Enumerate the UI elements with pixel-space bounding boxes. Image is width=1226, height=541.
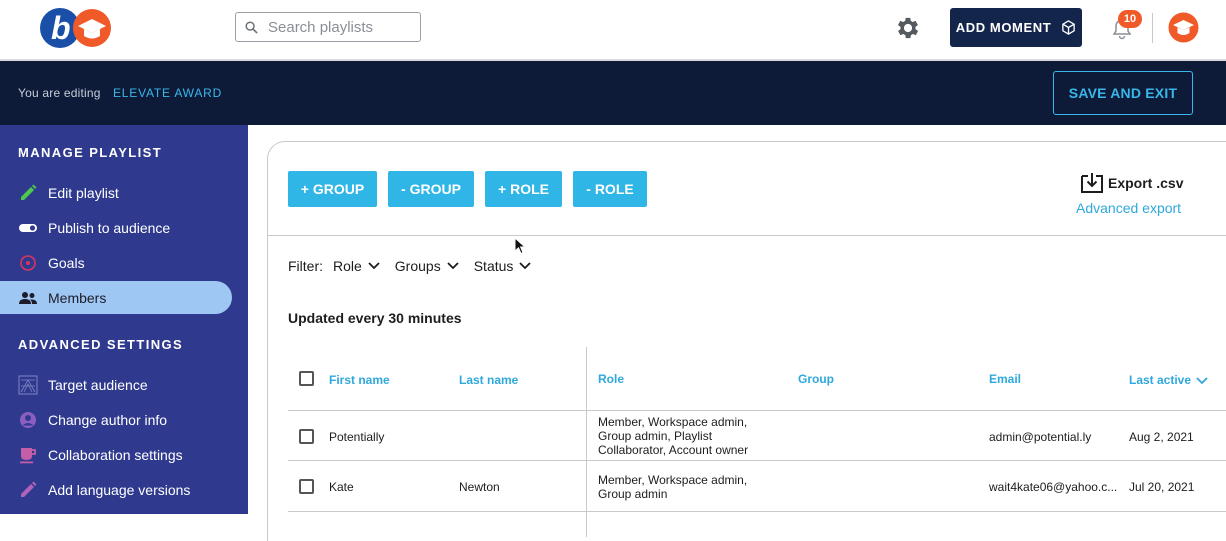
target-audience-icon <box>18 375 38 394</box>
column-email[interactable]: Email <box>989 372 1021 386</box>
filter-bar: Filter: Role Groups Status <box>288 258 546 274</box>
save-and-exit-button[interactable]: SAVE AND EXIT <box>1053 71 1193 115</box>
cell-role: Member, Workspace admin, Group admin, Pl… <box>598 415 748 457</box>
cell-role-line: Group admin, Playlist <box>598 429 713 443</box>
target-icon <box>20 254 36 271</box>
sidebar-item-publish-to-audience[interactable]: Publish to audience <box>0 211 232 244</box>
add-moment-button[interactable]: ADD MOMENT <box>950 8 1082 47</box>
cube-icon <box>1062 20 1076 35</box>
column-divider <box>586 347 587 537</box>
chevron-down-icon <box>368 262 380 270</box>
filter-groups-dropdown[interactable]: Groups <box>395 258 459 274</box>
export-csv-label: Export .csv <box>1108 175 1184 191</box>
mouse-cursor-icon <box>514 237 526 255</box>
advanced-settings-heading: ADVANCED SETTINGS <box>18 337 184 352</box>
avatar[interactable] <box>1168 12 1199 43</box>
main-content: + GROUP - GROUP + ROLE - ROLE Export .cs… <box>248 125 1226 541</box>
playlist-name[interactable]: ELEVATE AWARD <box>113 86 222 100</box>
sidebar: MANAGE PLAYLIST Edit playlist Publish to… <box>0 125 248 514</box>
top-bar: b Search playlists ADD MOMENT 10 <box>0 0 1226 61</box>
sidebar-item-add-language-versions[interactable]: Add language versions <box>0 473 232 506</box>
cup-icon <box>20 447 36 463</box>
cell-role-line: Member, Workspace admin, <box>598 473 748 487</box>
cell-role-line: Member, Workspace admin, <box>598 415 748 429</box>
cell-first-name: Kate <box>329 480 354 494</box>
cell-last-active: Jul 20, 2021 <box>1129 480 1195 494</box>
cell-role-line: Group admin <box>598 487 668 501</box>
sidebar-item-label: Edit playlist <box>48 184 119 201</box>
pencil-icon <box>21 184 37 200</box>
column-role[interactable]: Role <box>598 372 624 386</box>
filter-role-dropdown[interactable]: Role <box>333 258 380 274</box>
sidebar-item-members[interactable]: Members <box>0 281 232 314</box>
sidebar-item-label: Goals <box>48 254 85 271</box>
filter-status-dropdown[interactable]: Status <box>474 258 532 274</box>
column-group[interactable]: Group <box>798 372 834 386</box>
toggle-icon <box>19 223 37 232</box>
sort-descending-icon[interactable] <box>1196 377 1208 385</box>
table-row[interactable]: Kate Newton Member, Workspace admin, Gro… <box>288 462 1226 512</box>
toolbar-divider <box>268 235 1226 236</box>
filter-status-label: Status <box>473 258 514 274</box>
sidebar-item-label: Target audience <box>48 376 148 393</box>
cell-role-line: Collaborator, Account owner <box>598 443 749 457</box>
sidebar-item-label: Collaboration settings <box>48 446 183 463</box>
advanced-export-link[interactable]: Advanced export <box>1076 200 1181 216</box>
add-moment-label: ADD MOMENT <box>955 20 1052 35</box>
export-csv-button[interactable]: Export .csv <box>1080 172 1183 194</box>
search-input[interactable]: Search playlists <box>235 12 421 42</box>
sidebar-item-edit-playlist[interactable]: Edit playlist <box>0 176 232 209</box>
search-placeholder: Search playlists <box>268 18 374 36</box>
header-divider <box>1152 13 1153 43</box>
people-icon <box>19 291 37 304</box>
notification-badge: 10 <box>1118 10 1142 28</box>
column-last-active-label: Last active <box>1129 373 1192 387</box>
app-logo[interactable]: b <box>38 6 114 50</box>
filter-role-label: Role <box>333 258 362 274</box>
editing-text: You are editing <box>18 86 101 100</box>
update-frequency-text: Updated every 30 minutes <box>288 310 462 326</box>
person-icon <box>20 411 36 428</box>
filter-label: Filter: <box>288 258 323 274</box>
filter-groups-label: Groups <box>394 258 441 274</box>
chevron-down-icon <box>519 262 532 270</box>
gear-icon[interactable] <box>894 14 922 42</box>
manage-playlist-heading: MANAGE PLAYLIST <box>18 145 163 160</box>
members-card: + GROUP - GROUP + ROLE - ROLE Export .cs… <box>267 141 1226 541</box>
editing-bar: You are editing ELEVATE AWARD SAVE AND E… <box>0 61 1226 125</box>
sidebar-item-collaboration-settings[interactable]: Collaboration settings <box>0 438 232 471</box>
row-checkbox[interactable] <box>299 479 314 494</box>
sidebar-item-label: Add language versions <box>48 481 191 498</box>
column-last-active[interactable]: Last active <box>1129 373 1208 387</box>
column-last-name[interactable]: Last name <box>459 373 518 387</box>
member-action-buttons: + GROUP - GROUP + ROLE - ROLE <box>288 171 658 207</box>
sidebar-item-target-audience[interactable]: Target audience <box>0 368 232 401</box>
chevron-down-icon <box>447 262 459 270</box>
cell-last-active: Aug 2, 2021 <box>1129 430 1194 444</box>
column-first-name[interactable]: First name <box>329 373 390 387</box>
search-icon <box>245 20 258 34</box>
table-row[interactable]: Potentially Member, Workspace admin, Gro… <box>288 411 1226 461</box>
sidebar-item-label: Change author info <box>48 411 168 428</box>
row-checkbox[interactable] <box>299 429 314 444</box>
download-icon <box>1081 173 1103 193</box>
cell-email: wait4kate06@yahoo.c... <box>989 480 1118 494</box>
cell-email: admin@potential.ly <box>989 430 1092 444</box>
cell-first-name: Potentially <box>329 430 385 444</box>
sidebar-item-label: Publish to audience <box>48 219 171 236</box>
remove-role-button[interactable]: - ROLE <box>573 171 647 207</box>
sidebar-item-goals[interactable]: Goals <box>0 246 232 279</box>
sidebar-item-label: Members <box>48 289 107 306</box>
add-group-button[interactable]: + GROUP <box>288 171 377 207</box>
cell-role: Member, Workspace admin, Group admin <box>598 473 747 501</box>
remove-group-button[interactable]: - GROUP <box>388 171 474 207</box>
pencil-icon <box>21 481 37 497</box>
table-header: First name Last name Role Group Email La… <box>288 347 1226 411</box>
svg-text:b: b <box>51 10 71 46</box>
sidebar-item-change-author-info[interactable]: Change author info <box>0 403 232 436</box>
select-all-checkbox[interactable] <box>299 371 314 386</box>
add-role-button[interactable]: + ROLE <box>485 171 562 207</box>
cell-last-name: Newton <box>459 480 500 494</box>
